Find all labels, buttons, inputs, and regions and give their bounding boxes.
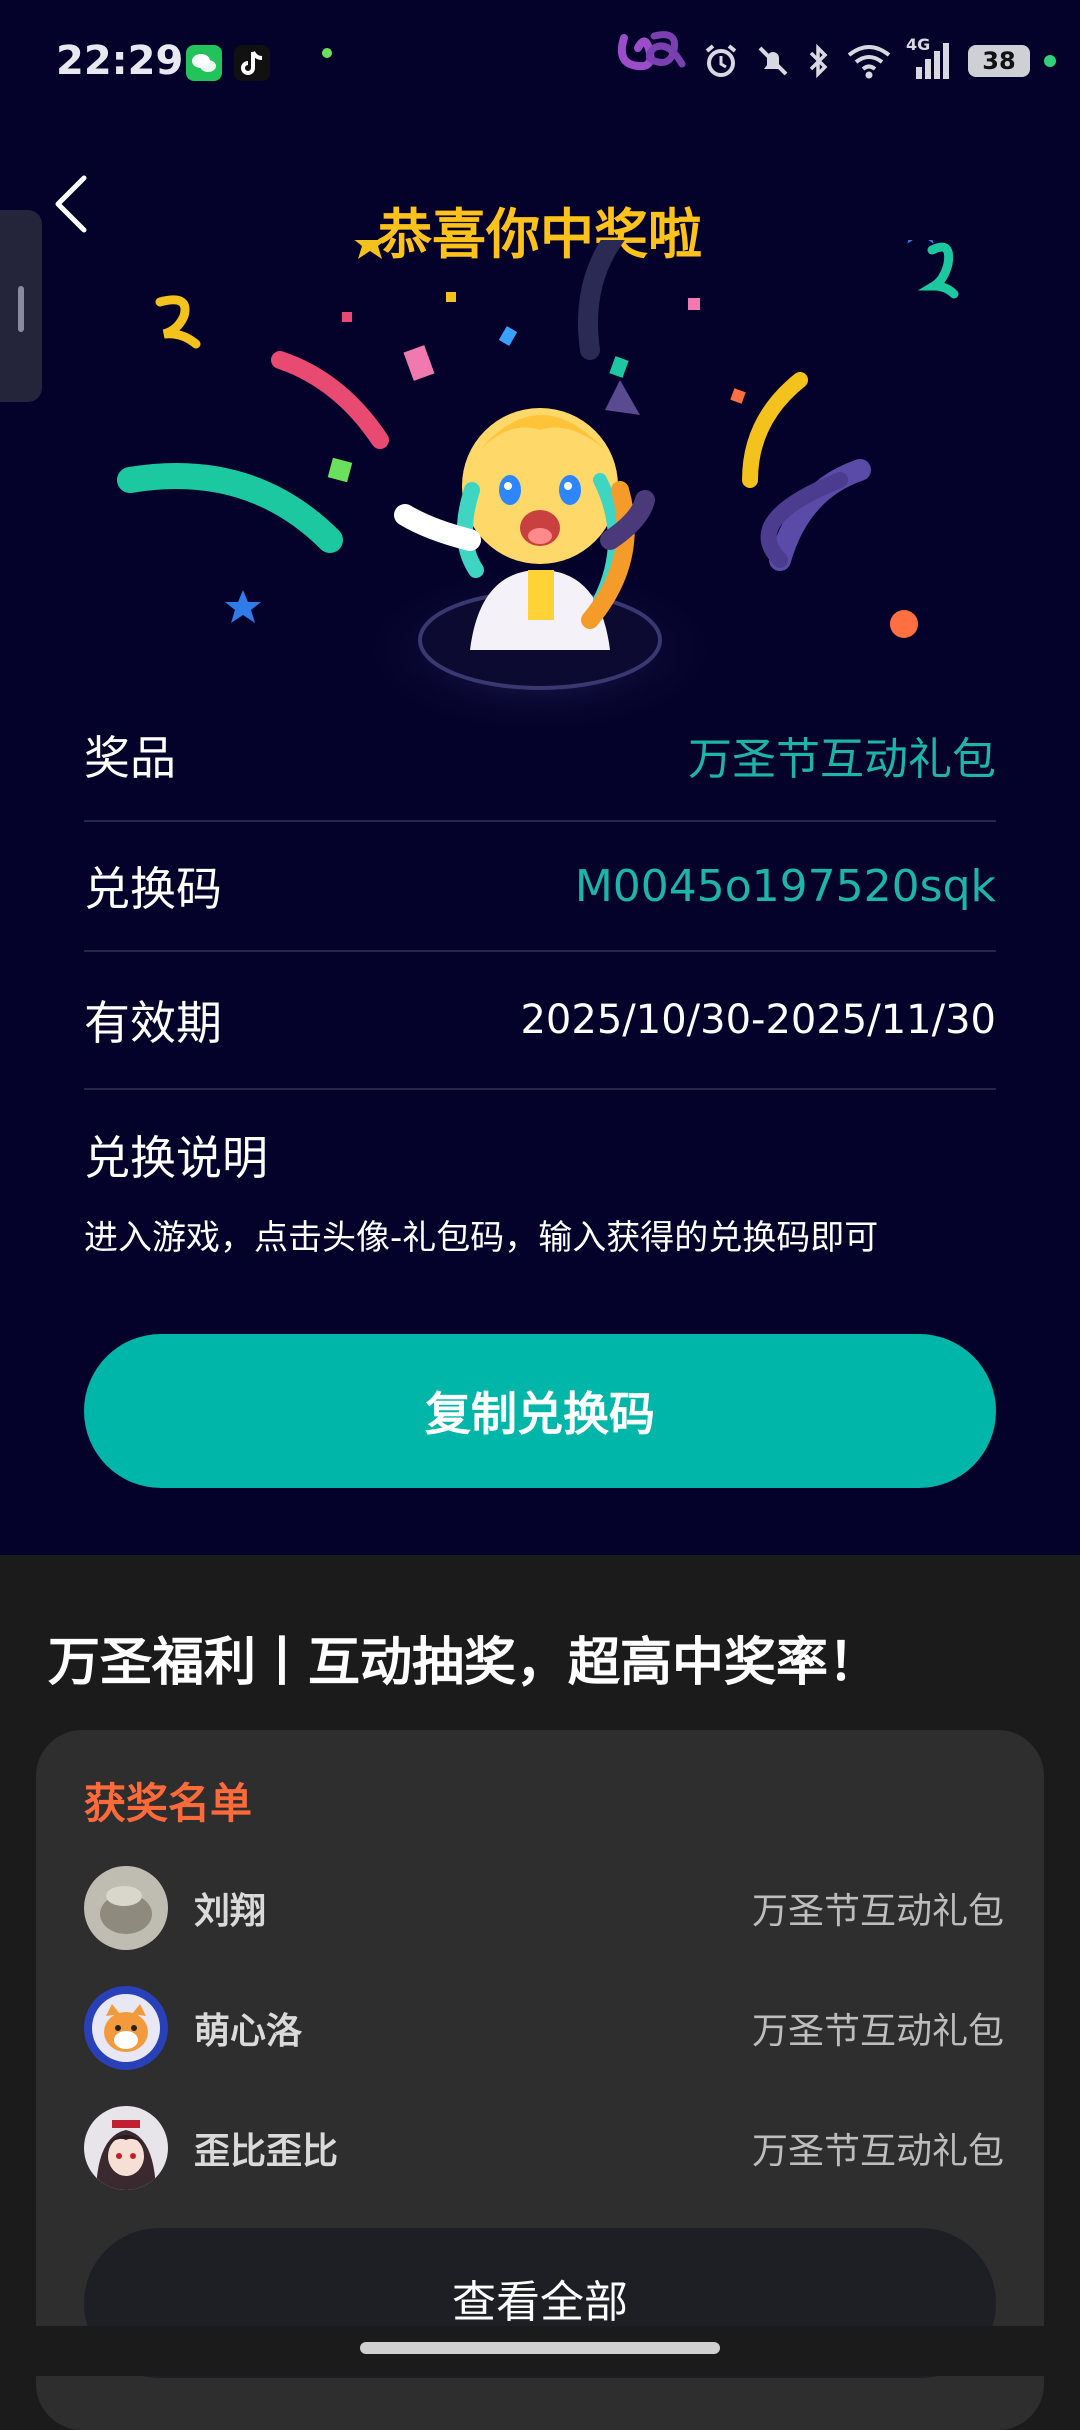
status-time: 22:29 [56,38,184,84]
battery-icon: 38 [968,45,1030,77]
winner-name: 刘翔 [194,1891,267,1932]
instructions-text: 进入游戏，点击头像-礼包码，输入获得的兑换码即可 [84,1218,879,1258]
prize-row: 奖品 万圣节互动礼包 [84,690,996,822]
winner-row: 刘翔 万圣节互动礼包 [84,1866,1004,1950]
notification-dot [322,48,332,58]
prize-result-panel: 22:29 4G 38 恭喜你中奖啦 奖品 万圣节互动礼包 兑换码 M0045o… [0,0,1080,1555]
alarm-icon [705,44,737,77]
winner-prize: 万圣节互动礼包 [751,2011,1004,2052]
mute-icon [758,46,788,76]
winner-row: 萌心洛 万圣节互动礼包 [84,1986,1004,2070]
copy-code-button[interactable]: 复制兑换码 [84,1334,996,1488]
winner-name: 歪比歪比 [194,2131,339,2172]
celebration-mascot-illustration [117,240,959,740]
validity-value: 2025/10/30-2025/11/30 [520,997,996,1043]
battery-level: 38 [982,47,1016,75]
bluetooth-icon [809,43,828,79]
avatar [84,2106,168,2190]
wechat-icon [186,45,222,81]
prize-label: 奖品 [84,731,176,785]
instructions-heading: 兑换说明 [84,1131,268,1185]
redeem-code-value[interactable]: M0045o197520sqk [575,861,996,912]
tiktok-icon [234,45,270,81]
home-indicator[interactable] [360,2342,720,2354]
system-status-icons: 4G 38 [614,31,1056,84]
redeem-code-label: 兑换码 [84,862,222,916]
winner-prize: 万圣节互动礼包 [751,2131,1004,2172]
winner-name: 萌心洛 [194,2011,303,2052]
avatar [84,1986,168,2070]
winners-title: 获奖名单 [84,1779,253,1828]
prize-detail-list: 奖品 万圣节互动礼包 兑换码 M0045o197520sqk 有效期 2025/… [84,690,996,1090]
winner-prize: 万圣节互动礼包 [751,1891,1004,1932]
promo-title: 万圣福利丨互动抽奖，超高中奖率！ [48,1633,881,1693]
prize-value: 万圣节互动礼包 [688,734,996,785]
redeem-code-row: 兑换码 M0045o197520sqk [84,822,996,952]
signal-icon: 4G [906,35,954,81]
logo-swirl-icon [617,31,686,71]
privacy-indicator-dot [1044,55,1056,67]
network-type: 4G [906,35,931,54]
validity-row: 有效期 2025/10/30-2025/11/30 [84,952,996,1090]
wifi-icon [847,45,891,79]
winner-row: 歪比歪比 万圣节互动礼包 [84,2106,1004,2190]
avatar [84,1866,168,1950]
validity-label: 有效期 [84,996,222,1050]
winners-card: 获奖名单 刘翔 万圣节互动礼包 萌心洛 万圣节互动礼包 歪比歪比 万圣节互动礼包… [36,1730,1044,2430]
